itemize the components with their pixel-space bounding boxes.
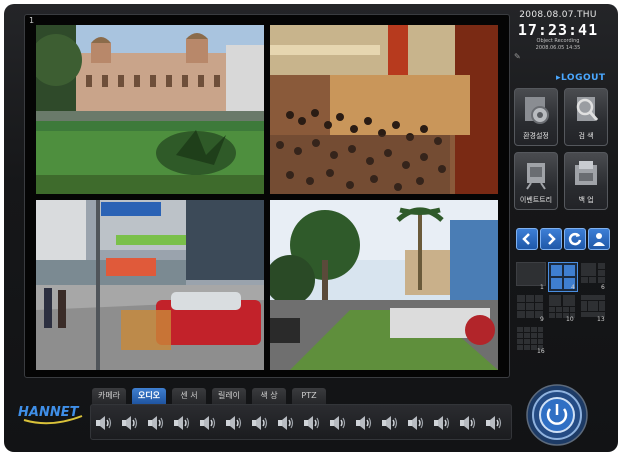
layout-13-label: 13: [597, 316, 605, 323]
speaker-icon: [486, 416, 502, 430]
tab-color[interactable]: 색 상: [252, 388, 286, 404]
event-tree-icon: [526, 163, 546, 190]
tab-ptz[interactable]: PTZ: [292, 388, 326, 404]
speaker-button-11[interactable]: [355, 416, 373, 430]
speaker-icon: [174, 416, 190, 430]
speaker-button-16[interactable]: [485, 416, 503, 430]
speaker-button-1[interactable]: [95, 416, 113, 430]
speaker-icon: [304, 416, 320, 430]
backup-icon: [575, 161, 597, 185]
power-icon: [526, 384, 588, 446]
audio-channel-bar: [90, 404, 512, 440]
layout-4-label: 4: [571, 284, 575, 291]
speaker-icon: [356, 416, 372, 430]
speaker-icon: [200, 416, 216, 430]
logout-button[interactable]: ▸LOGOUT: [556, 73, 606, 83]
user-button[interactable]: [588, 228, 610, 250]
speaker-button-3[interactable]: [147, 416, 165, 430]
person-icon: [593, 233, 605, 246]
speaker-button-2[interactable]: [121, 416, 139, 430]
tab-relay[interactable]: 릴레이: [212, 388, 246, 404]
speaker-button-14[interactable]: [433, 416, 451, 430]
speaker-button-6[interactable]: [225, 416, 243, 430]
camera-view-1[interactable]: [36, 25, 264, 194]
speaker-button-15[interactable]: [459, 416, 477, 430]
speaker-icon: [330, 416, 346, 430]
speaker-icon: [434, 416, 450, 430]
time-display: 17:23:41: [517, 21, 599, 39]
nine-grid-icon: [517, 295, 543, 318]
speaker-icon: [226, 416, 242, 430]
tab-camera[interactable]: 카메라: [92, 388, 126, 404]
search-button[interactable]: 검 색: [564, 88, 608, 146]
speaker-icon: [382, 416, 398, 430]
sixteen-grid-icon: [517, 327, 543, 350]
next-button[interactable]: [540, 228, 562, 250]
refresh-button[interactable]: [564, 228, 586, 250]
layout-10-label: 10: [566, 316, 574, 323]
event-tree-label: 이벤트트리: [519, 196, 553, 204]
speaker-button-12[interactable]: [381, 416, 399, 430]
gear-icon: [525, 97, 549, 124]
svg-text:HANNET: HANNET: [18, 405, 80, 420]
date-display: 2008.08.07.THU: [519, 10, 597, 20]
speaker-button-10[interactable]: [329, 416, 347, 430]
speaker-icon: [408, 416, 424, 430]
event-tree-button[interactable]: 이벤트트리: [514, 152, 558, 210]
layout-1-label: 1: [540, 284, 544, 291]
speaker-button-7[interactable]: [251, 416, 269, 430]
hannet-logo: HANNET: [16, 398, 86, 428]
network-icon: ✎: [514, 52, 521, 61]
speaker-button-5[interactable]: [199, 416, 217, 430]
camera-view-2[interactable]: [270, 25, 498, 194]
speaker-button-4[interactable]: [173, 416, 191, 430]
recording-detail: 2008.06.05 14:35: [535, 45, 581, 51]
layout-13-button[interactable]: [580, 294, 606, 318]
speaker-icon: [252, 416, 268, 430]
chevron-left-icon: [522, 233, 530, 245]
search-icon: [576, 97, 599, 121]
speaker-button-9[interactable]: [303, 416, 321, 430]
six-grid-icon: [581, 263, 605, 283]
settings-button[interactable]: 환경설정: [514, 88, 558, 146]
layout-9-label: 9: [540, 316, 544, 323]
layout-10-button[interactable]: [548, 294, 576, 318]
layout-1-button[interactable]: [516, 262, 546, 286]
speaker-button-13[interactable]: [407, 416, 425, 430]
thirteen-grid-icon: [581, 295, 605, 317]
layout-16-button[interactable]: [516, 326, 544, 350]
camera-view-3[interactable]: [36, 200, 264, 370]
speaker-button-8[interactable]: [277, 416, 295, 430]
power-button[interactable]: [526, 384, 588, 446]
layout-6-label: 6: [601, 284, 605, 291]
settings-label: 환경설정: [523, 132, 549, 140]
ten-grid-icon: [549, 295, 575, 318]
layout-9-button[interactable]: [516, 294, 544, 318]
backup-button[interactable]: 백 업: [564, 152, 608, 210]
layout-16-label: 16: [537, 348, 545, 355]
speaker-icon: [96, 416, 112, 430]
speaker-icon: [148, 416, 164, 430]
chevron-right-icon: [548, 233, 556, 245]
tab-audio[interactable]: 오디오: [132, 388, 166, 404]
speaker-icon: [460, 416, 476, 430]
tab-sensor[interactable]: 센 서: [172, 388, 206, 404]
layout-6-button[interactable]: [580, 262, 606, 284]
recording-status: Object Recording: [536, 38, 580, 44]
search-label: 검 색: [578, 132, 594, 140]
speaker-icon: [278, 416, 294, 430]
speaker-icon: [122, 416, 138, 430]
previous-button[interactable]: [516, 228, 538, 250]
refresh-icon: [568, 232, 582, 246]
camera-view-4[interactable]: [270, 200, 498, 370]
backup-label: 백 업: [578, 196, 594, 204]
channel-label: 1: [29, 16, 35, 25]
